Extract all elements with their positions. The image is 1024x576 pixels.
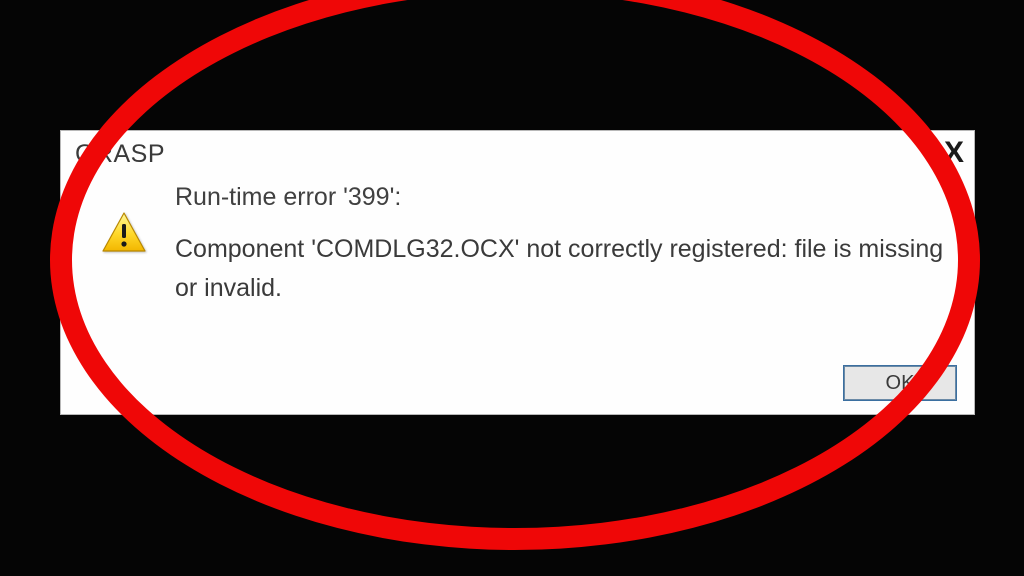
error-heading: Run-time error '399':	[175, 183, 944, 212]
button-row: OK	[844, 366, 956, 400]
ok-button[interactable]: OK	[844, 366, 956, 400]
error-dialog: GRASP X Run-time error '399': Component …	[60, 130, 975, 415]
error-body: Component 'COMDLG32.OCX' not correctly r…	[175, 230, 944, 308]
dialog-titlebar: GRASP X	[61, 131, 974, 173]
dialog-title: GRASP	[75, 140, 165, 169]
message-block: Run-time error '399': Component 'COMDLG3…	[175, 183, 944, 308]
dialog-content: Run-time error '399': Component 'COMDLG3…	[61, 173, 974, 318]
warning-icon	[101, 211, 147, 253]
close-icon[interactable]: X	[944, 138, 964, 168]
